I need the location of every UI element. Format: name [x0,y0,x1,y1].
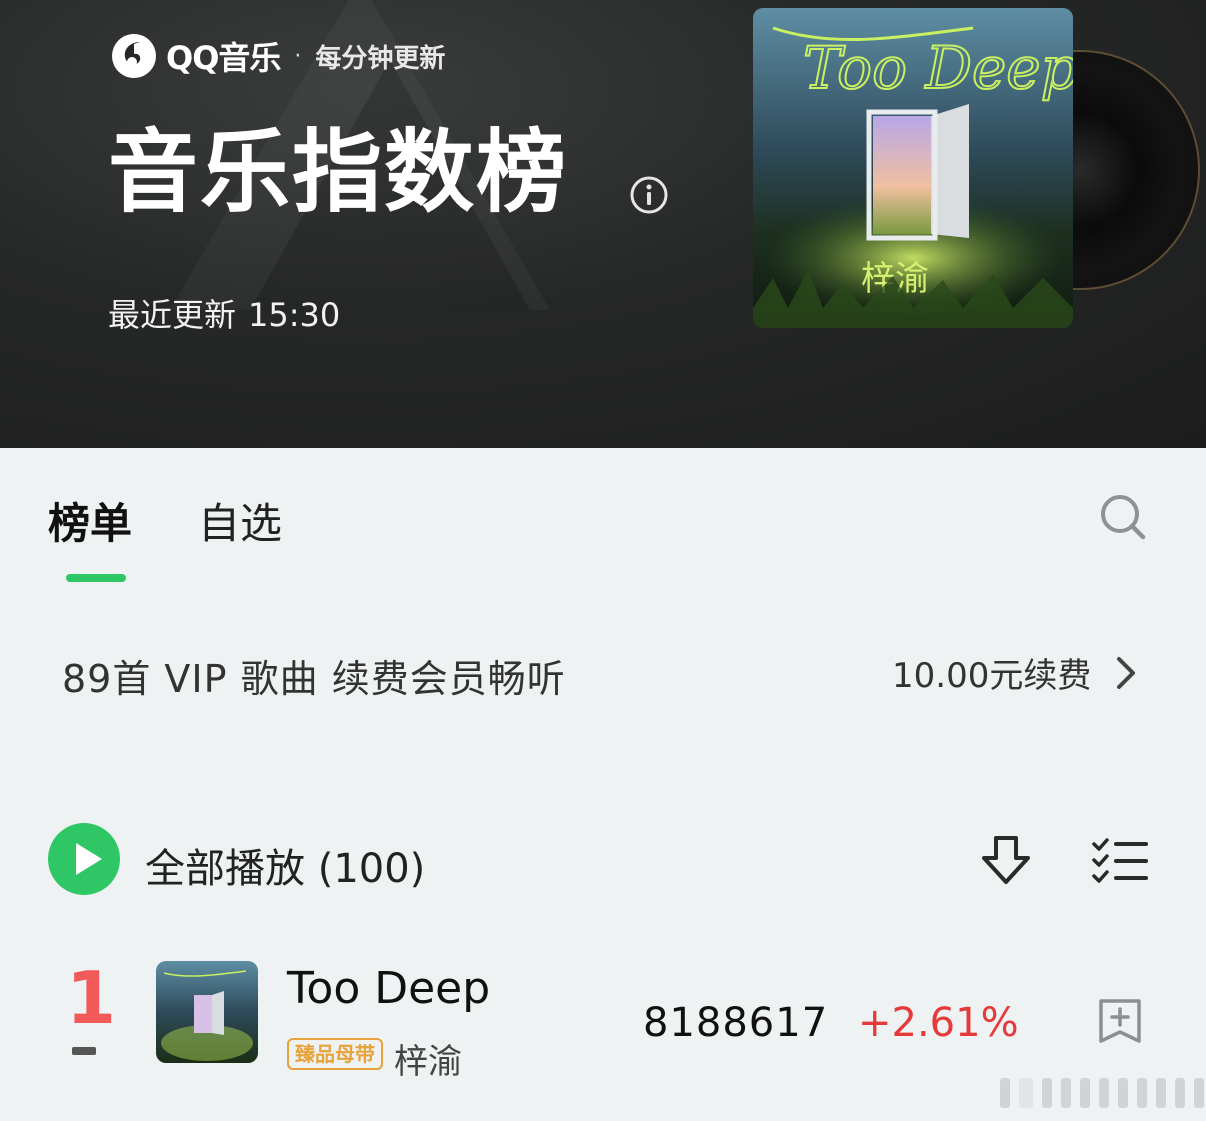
add-to-playlist-icon[interactable] [1096,996,1144,1046]
multi-select-icon[interactable] [1090,836,1150,886]
song-rank: 1 [66,956,117,1040]
info-icon[interactable] [629,175,669,215]
rank-unchanged-icon [72,1047,96,1055]
vip-renew-label: 10.00元续费 [892,656,1092,696]
song-cover[interactable] [156,961,258,1063]
qq-music-logo-icon [112,34,156,78]
watermark-bars [1000,1078,1206,1108]
play-icon [76,843,102,875]
play-all-text: 全部播放 [145,846,305,892]
play-all-button[interactable] [48,823,120,895]
album-art: Too Deep 梓渝 [753,8,1073,328]
play-all-label[interactable]: 全部播放 (100) [145,836,425,894]
chart-header: QQ音乐 · 每分钟更新 音乐指数榜 最近更新 15:30 Too Deep 梓… [0,0,1206,448]
song-cover-art [156,961,258,1063]
quality-badge: 臻品母带 [287,1038,383,1070]
search-icon[interactable] [1098,492,1148,542]
chevron-right-icon [1117,656,1136,689]
brand-bar: QQ音乐 · 每分钟更新 [110,32,445,80]
tab-custom[interactable]: 自选 [198,490,282,551]
play-all-count: (100) [317,846,426,892]
album-cover[interactable]: Too Deep 梓渝 [753,8,1073,328]
brand-name: QQ音乐 [166,39,281,77]
tab-bar [0,448,1206,608]
last-update-label: 最近更新 [108,296,237,334]
cover-title-script: Too Deep [803,34,1073,102]
vip-notice: 89首 VIP 歌曲 续费会员畅听 [62,657,566,701]
tab-chart[interactable]: 榜单 [48,490,132,551]
download-icon[interactable] [978,832,1034,888]
vip-renew-button[interactable]: 10.00元续费 [892,648,1141,697]
brand-separator: · [294,43,302,69]
brand-tagline: 每分钟更新 [315,43,446,74]
last-update: 最近更新 15:30 [108,290,352,336]
song-artist[interactable]: 梓渝 [394,1034,462,1083]
page-title: 音乐指数榜 [108,120,568,225]
song-index-value: 8188617 [643,1000,829,1046]
song-index-change: +2.61% [858,1000,1019,1046]
song-title: Too Deep [287,963,491,1014]
last-update-time: 15:30 [248,296,341,334]
active-tab-indicator [66,574,126,582]
